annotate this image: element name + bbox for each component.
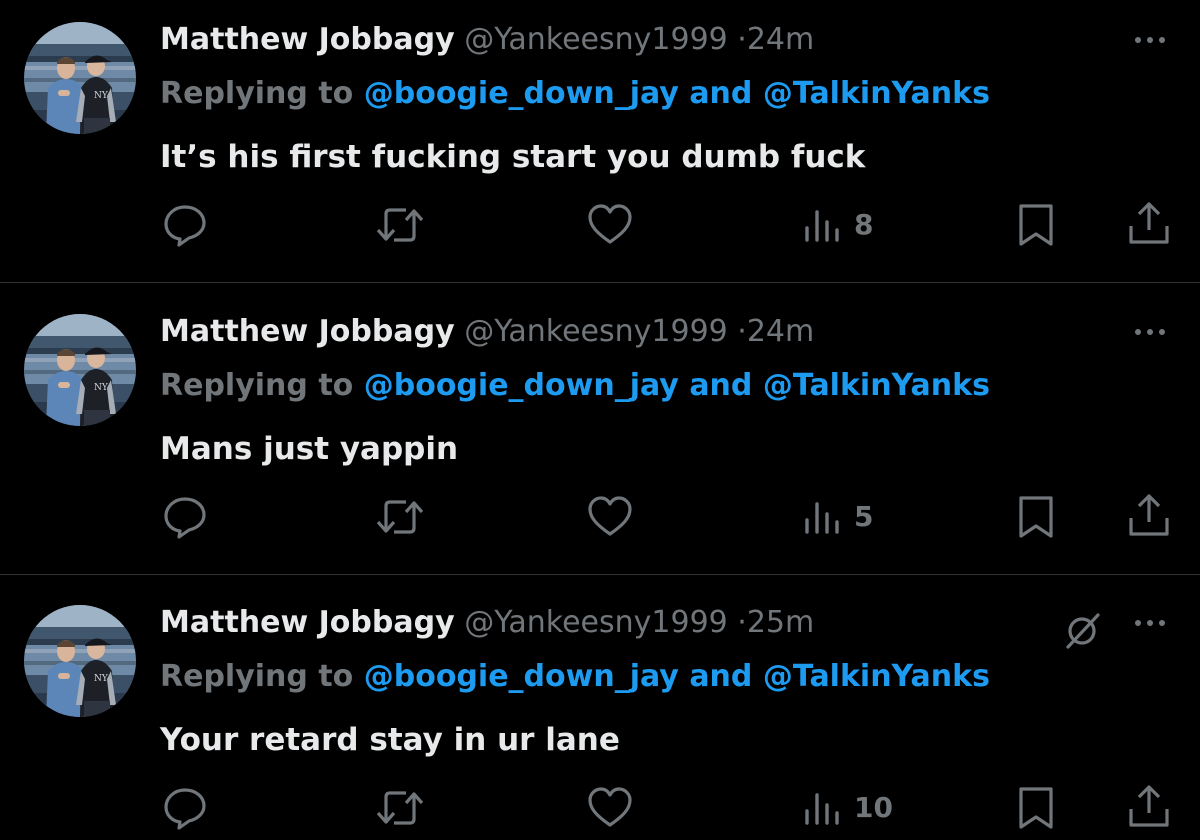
more-horizontal-icon[interactable]: [1128, 609, 1172, 637]
avatar-image: [24, 314, 136, 426]
tweet-header: Matthew Jobbagy @Yankeesny1999 ·25m: [160, 603, 814, 643]
like-icon: [588, 496, 632, 536]
display-name[interactable]: Matthew Jobbagy: [160, 314, 455, 349]
display-name[interactable]: Matthew Jobbagy: [160, 605, 455, 640]
mention-conjunction[interactable]: and: [689, 76, 752, 111]
share-icon: [1129, 785, 1169, 827]
tweet-header: Matthew Jobbagy @Yankeesny1999 ·24m: [160, 20, 814, 60]
like-button[interactable]: [585, 492, 635, 542]
views-count: 10: [854, 791, 893, 824]
bookmark-button[interactable]: [1012, 783, 1062, 833]
more-horizontal-icon[interactable]: [1128, 318, 1172, 346]
mention-conjunction[interactable]: and: [689, 659, 752, 694]
views-count: 5: [854, 500, 874, 533]
timestamp[interactable]: 25m: [747, 605, 814, 640]
divider: [0, 282, 1200, 283]
views-icon: [805, 502, 839, 534]
views-button[interactable]: 8: [800, 200, 900, 250]
like-icon: [588, 204, 632, 244]
like-icon: [588, 787, 632, 827]
views-icon: [805, 793, 839, 825]
mention-link[interactable]: @boogie_down_jay: [364, 76, 679, 111]
tweet[interactable]: Matthew Jobbagy @Yankeesny1999 ·25m Repl…: [0, 603, 1200, 840]
reply-icon: [164, 205, 206, 247]
retweet-button[interactable]: [372, 492, 428, 542]
avatar-image: [24, 605, 136, 717]
timestamp[interactable]: 24m: [747, 22, 814, 57]
avatar[interactable]: [24, 22, 136, 134]
mention-link[interactable]: @boogie_down_jay: [364, 659, 679, 694]
separator: ·: [737, 22, 747, 57]
replying-to: Replying to @boogie_down_jay and @Talkin…: [160, 365, 990, 407]
replying-to-label: Replying to: [160, 76, 354, 111]
replying-to: Replying to @boogie_down_jay and @Talkin…: [160, 656, 990, 698]
retweet-icon: [376, 791, 424, 825]
tweet[interactable]: Matthew Jobbagy @Yankeesny1999 ·24m Repl…: [0, 20, 1200, 282]
avatar-image: [24, 22, 136, 134]
reply-button[interactable]: [160, 200, 210, 250]
avatar[interactable]: [24, 314, 136, 426]
share-button[interactable]: [1124, 200, 1174, 250]
mention-conjunction[interactable]: and: [689, 368, 752, 403]
tweet[interactable]: Matthew Jobbagy @Yankeesny1999 ·24m Repl…: [0, 312, 1200, 574]
avatar[interactable]: [24, 605, 136, 717]
views-button[interactable]: 10: [800, 783, 910, 833]
mention-link[interactable]: @boogie_down_jay: [364, 368, 679, 403]
replying-to: Replying to @boogie_down_jay and @Talkin…: [160, 73, 990, 115]
timestamp[interactable]: 24m: [747, 314, 814, 349]
divider: [0, 574, 1200, 575]
reply-button[interactable]: [160, 492, 210, 542]
like-button[interactable]: [585, 783, 635, 833]
views-icon: [805, 210, 839, 242]
mention-link[interactable]: @TalkinYanks: [763, 659, 990, 694]
mention-link[interactable]: @TalkinYanks: [763, 368, 990, 403]
display-name[interactable]: Matthew Jobbagy: [160, 22, 455, 57]
share-icon: [1129, 494, 1169, 536]
share-button[interactable]: [1124, 492, 1174, 542]
retweet-icon: [376, 208, 424, 242]
retweet-button[interactable]: [372, 783, 428, 833]
separator: ·: [737, 314, 747, 349]
share-button[interactable]: [1124, 783, 1174, 833]
views-count: 8: [854, 208, 874, 241]
mention-link[interactable]: @TalkinYanks: [763, 76, 990, 111]
reply-icon: [164, 497, 206, 539]
more-horizontal-icon[interactable]: [1128, 26, 1172, 54]
bookmark-button[interactable]: [1012, 492, 1062, 542]
grok-icon[interactable]: [1060, 609, 1104, 653]
tweet-text: It’s his first fucking start you dumb fu…: [160, 139, 866, 175]
tweet-text: Your retard stay in ur lane: [160, 722, 620, 758]
replying-to-label: Replying to: [160, 659, 354, 694]
tweet-header: Matthew Jobbagy @Yankeesny1999 ·24m: [160, 312, 814, 352]
user-handle[interactable]: @Yankeesny1999: [464, 605, 728, 640]
tweet-text: Mans just yappin: [160, 431, 459, 467]
bookmark-icon: [1019, 204, 1053, 246]
replying-to-label: Replying to: [160, 368, 354, 403]
like-button[interactable]: [585, 200, 635, 250]
reply-button[interactable]: [160, 783, 210, 833]
retweet-icon: [376, 500, 424, 534]
bookmark-icon: [1019, 496, 1053, 538]
bookmark-icon: [1019, 787, 1053, 829]
retweet-button[interactable]: [372, 200, 428, 250]
reply-icon: [164, 788, 206, 830]
views-button[interactable]: 5: [800, 492, 900, 542]
user-handle[interactable]: @Yankeesny1999: [464, 314, 728, 349]
user-handle[interactable]: @Yankeesny1999: [464, 22, 728, 57]
bookmark-button[interactable]: [1012, 200, 1062, 250]
share-icon: [1129, 202, 1169, 244]
separator: ·: [737, 605, 747, 640]
